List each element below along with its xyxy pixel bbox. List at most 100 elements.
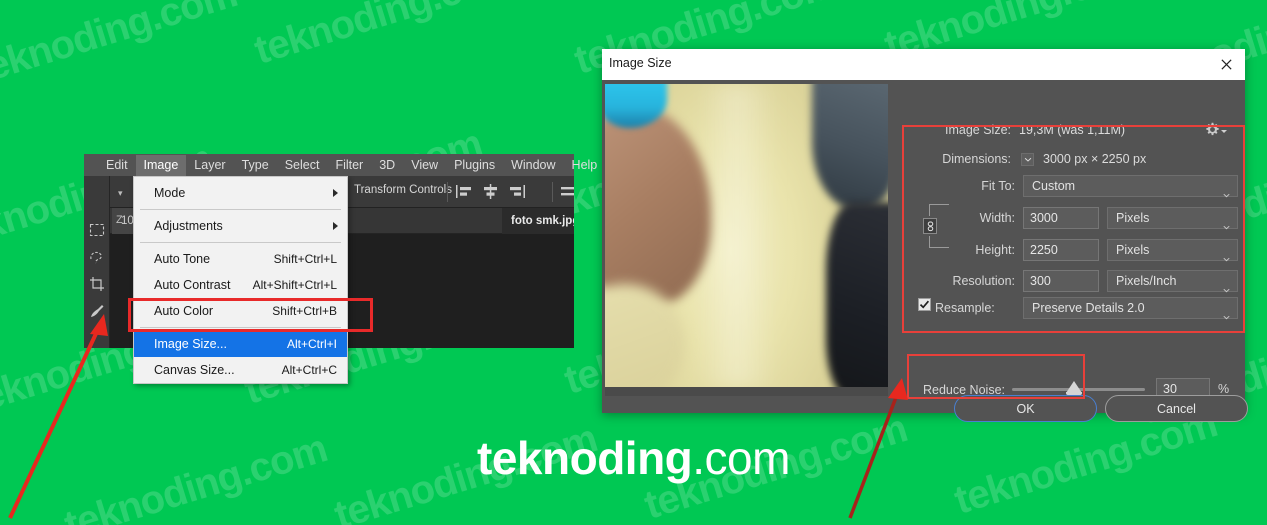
menu-item-shortcut: Shift+Ctrl+B <box>272 304 337 318</box>
zoom-label: Z <box>116 214 123 226</box>
menu-edit[interactable]: Edit <box>98 155 136 176</box>
menu-help[interactable]: Help <box>564 155 606 176</box>
menu-filter[interactable]: Filter <box>327 155 371 176</box>
brand-tld: .com <box>692 432 790 484</box>
resample-checkbox[interactable] <box>918 298 931 311</box>
watermark: teknoding.com <box>0 0 242 93</box>
menu-item-label: Canvas Size... <box>154 363 235 377</box>
reduce-noise-unit: % <box>1218 382 1230 396</box>
menu-plugins[interactable]: Plugins <box>446 155 503 176</box>
height-input[interactable]: 2250 <box>1023 239 1099 261</box>
menu-item-auto-contrast[interactable]: Auto Contrast Alt+Shift+Ctrl+L <box>134 272 347 298</box>
dialog-title: Image Size <box>609 56 672 70</box>
marquee-tool-icon[interactable] <box>89 222 105 238</box>
gear-caret-icon[interactable] <box>1221 130 1227 133</box>
image-preview[interactable] <box>605 84 888 387</box>
resample-select[interactable]: Preserve Details 2.0 <box>1023 297 1238 320</box>
width-unit-value: Pixels <box>1116 211 1150 225</box>
document-tab[interactable]: foto smk.jpg <box>502 208 574 234</box>
menu-item-label: Image Size... <box>154 337 227 351</box>
transform-controls-label: Transform Controls <box>354 184 452 196</box>
image-size-label: Image Size: <box>944 123 1011 137</box>
dialog-body: Image Size: 19,3M (was 1,11M) Dimensions… <box>602 80 1248 422</box>
chevron-down-icon[interactable] <box>1021 152 1034 166</box>
divider <box>552 182 553 202</box>
lasso-tool-icon[interactable] <box>89 249 105 265</box>
reduce-noise-value: 30 <box>1163 382 1177 396</box>
width-input[interactable]: 3000 <box>1023 207 1099 229</box>
align-left-icon[interactable] <box>455 184 472 199</box>
height-value: 2250 <box>1030 243 1058 257</box>
menu-item-shortcut: Alt+Ctrl+I <box>286 337 337 351</box>
cancel-button-label: Cancel <box>1157 401 1196 416</box>
image-size-row: Image Size: 19,3M (was 1,11M) <box>894 123 1245 137</box>
resolution-unit-value: Pixels/Inch <box>1116 274 1177 288</box>
image-menu-dropdown: Mode Adjustments Auto Tone Shift+Ctrl+L … <box>133 176 348 384</box>
menu-image[interactable]: Image <box>135 154 187 176</box>
dimensions-row: Dimensions: 3000 px × 2250 px <box>894 152 1245 166</box>
menu-item-label: Mode <box>154 186 186 200</box>
dialog-title-bar: Image Size <box>602 49 1245 80</box>
image-size-value: 19,3M (was 1,11M) <box>1019 123 1126 137</box>
document-tab-label: foto smk.jpg <box>511 215 574 227</box>
toolbox <box>84 176 110 348</box>
preview-bottom-strip <box>605 387 888 396</box>
menu-item-canvas-size[interactable]: Canvas Size... Alt+Ctrl+C <box>134 357 347 383</box>
menu-item-auto-tone[interactable]: Auto Tone Shift+Ctrl+L <box>134 246 347 272</box>
image-preview-panel <box>605 84 888 396</box>
menu-item-label: Auto Contrast <box>154 278 231 292</box>
watermark: teknoding.com <box>249 0 522 73</box>
width-value: 3000 <box>1030 211 1058 225</box>
menu-item-adjustments[interactable]: Adjustments <box>134 213 347 239</box>
width-label: Width: <box>979 211 1015 225</box>
menu-select[interactable]: Select <box>277 155 328 176</box>
brand-name: teknoding <box>477 432 693 484</box>
menu-layer[interactable]: Layer <box>186 155 233 176</box>
menu-item-auto-color[interactable]: Auto Color Shift+Ctrl+B <box>134 298 347 324</box>
menu-item-label: Auto Color <box>154 304 214 318</box>
menu-item-shortcut: Shift+Ctrl+L <box>273 252 337 266</box>
crop-tool-icon[interactable] <box>89 276 105 292</box>
fit-to-value: Custom <box>1032 179 1076 193</box>
divider <box>447 182 448 202</box>
distribute-icon[interactable] <box>560 184 574 199</box>
dimensions-value: 3000 px × 2250 px <box>1043 152 1147 166</box>
resolution-input[interactable]: 300 <box>1023 270 1099 292</box>
resolution-label: Resolution: <box>952 274 1015 288</box>
menu-item-mode[interactable]: Mode <box>134 180 347 206</box>
menu-window[interactable]: Window <box>503 155 563 176</box>
chevron-down-icon[interactable]: ▾ <box>118 188 123 199</box>
menu-3d[interactable]: 3D <box>371 155 403 176</box>
ok-button[interactable]: OK <box>954 395 1097 422</box>
chevron-down-icon <box>1223 248 1230 262</box>
fit-to-select[interactable]: Custom <box>1023 175 1238 198</box>
dimensions-label: Dimensions: <box>942 152 1011 166</box>
resample-label: Resample: <box>935 301 995 315</box>
align-center-horizontal-icon[interactable] <box>482 184 499 199</box>
gear-icon[interactable] <box>1205 122 1220 137</box>
site-brand: teknoding.com <box>0 431 1267 485</box>
height-unit-select[interactable]: Pixels <box>1107 239 1238 262</box>
menu-item-image-size[interactable]: Image Size... Alt+Ctrl+I <box>134 331 347 357</box>
ok-button-label: OK <box>1016 401 1035 416</box>
chevron-down-icon <box>1223 216 1230 230</box>
chevron-down-icon <box>1223 279 1230 293</box>
image-size-dialog: Image Size Image Size: 19,3M (was 1,11M)… <box>602 49 1248 422</box>
menu-separator <box>140 327 341 328</box>
brush-tool-icon[interactable] <box>89 303 105 319</box>
width-unit-select[interactable]: Pixels <box>1107 207 1238 230</box>
resample-value: Preserve Details 2.0 <box>1032 301 1145 315</box>
height-unit-value: Pixels <box>1116 243 1150 257</box>
menu-item-shortcut: Alt+Shift+Ctrl+L <box>252 278 337 292</box>
menu-type[interactable]: Type <box>234 155 277 176</box>
height-label: Height: <box>975 243 1015 257</box>
cancel-button[interactable]: Cancel <box>1105 395 1248 422</box>
fit-to-label: Fit To: <box>981 179 1015 193</box>
screenshot-root: teknoding.com teknoding.com teknoding.co… <box>0 0 1267 525</box>
menu-view[interactable]: View <box>403 155 446 176</box>
menu-bar: Edit Image Layer Type Select Filter 3D V… <box>84 154 597 176</box>
image-size-form: Image Size: 19,3M (was 1,11M) Dimensions… <box>894 80 1245 413</box>
resolution-unit-select[interactable]: Pixels/Inch <box>1107 270 1238 293</box>
align-right-icon[interactable] <box>509 184 526 199</box>
close-icon[interactable] <box>1215 54 1237 75</box>
